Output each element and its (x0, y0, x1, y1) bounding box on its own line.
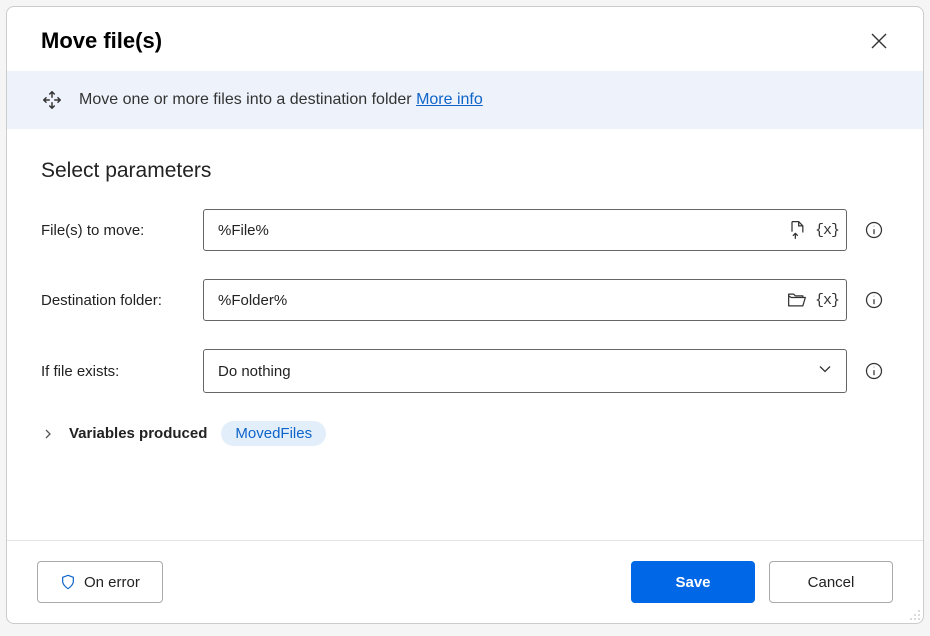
if-file-exists-row: If file exists: Do nothing (41, 349, 889, 393)
dialog-footer: On error Save Cancel (7, 540, 923, 623)
info-icon[interactable] (862, 288, 886, 312)
files-info-wrap (859, 218, 889, 242)
banner-description: Move one or more files into a destinatio… (79, 91, 416, 108)
banner-text: Move one or more files into a destinatio… (79, 91, 483, 109)
cancel-button[interactable]: Cancel (769, 561, 893, 603)
destination-input-icons: {x} (785, 288, 839, 312)
info-banner: Move one or more files into a destinatio… (7, 71, 923, 129)
files-to-move-row: File(s) to move: {x} (41, 209, 889, 251)
move-files-dialog: Move file(s) Move one or more files into… (6, 6, 924, 624)
if-file-exists-select-wrap: Do nothing (203, 349, 847, 393)
destination-info-wrap (859, 288, 889, 312)
variables-produced-row: Variables produced MovedFiles (41, 421, 889, 446)
move-arrows-icon (41, 89, 63, 111)
expand-chevron-icon[interactable] (41, 429, 55, 439)
variable-pill-movedfiles[interactable]: MovedFiles (221, 421, 326, 446)
destination-folder-label: Destination folder: (41, 292, 203, 309)
variables-produced-label: Variables produced (69, 425, 207, 442)
shield-icon (60, 574, 76, 590)
close-button[interactable] (865, 27, 893, 55)
dialog-header: Move file(s) (7, 7, 923, 71)
info-icon[interactable] (862, 359, 886, 383)
destination-folder-row: Destination folder: {x} (41, 279, 889, 321)
resize-grip-icon[interactable] (907, 607, 921, 621)
more-info-link[interactable]: More info (416, 91, 483, 108)
destination-folder-input[interactable] (203, 279, 847, 321)
files-input-icons: {x} (785, 218, 839, 242)
if-file-exists-select[interactable]: Do nothing (203, 349, 847, 393)
destination-folder-input-wrap: {x} (203, 279, 847, 321)
exists-info-wrap (859, 359, 889, 383)
section-title: Select parameters (41, 159, 889, 183)
on-error-button[interactable]: On error (37, 561, 163, 603)
variable-picker-icon[interactable]: {x} (815, 218, 839, 242)
dialog-content: Select parameters File(s) to move: {x} D… (7, 129, 923, 540)
files-to-move-input-wrap: {x} (203, 209, 847, 251)
files-to-move-label: File(s) to move: (41, 222, 203, 239)
browse-folder-icon[interactable] (785, 288, 809, 312)
if-file-exists-label: If file exists: (41, 363, 203, 380)
select-file-icon[interactable] (785, 218, 809, 242)
dialog-title: Move file(s) (41, 28, 162, 54)
variable-picker-icon[interactable]: {x} (815, 288, 839, 312)
files-to-move-input[interactable] (203, 209, 847, 251)
info-icon[interactable] (862, 218, 886, 242)
close-icon (871, 33, 887, 49)
footer-right: Save Cancel (631, 561, 893, 603)
on-error-label: On error (84, 574, 140, 591)
save-button[interactable]: Save (631, 561, 755, 603)
